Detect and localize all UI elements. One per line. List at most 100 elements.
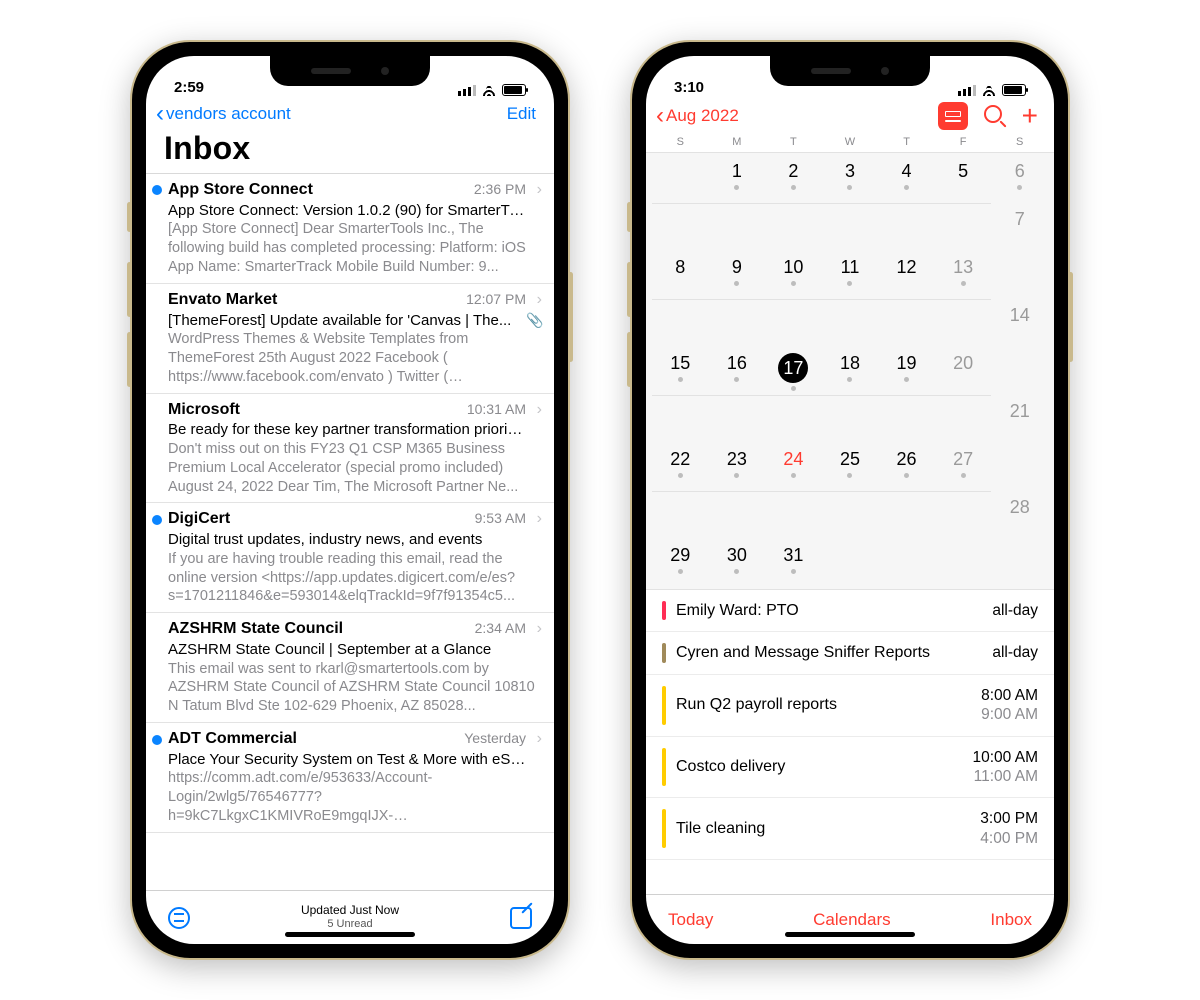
mail-item[interactable]: Microsoft10:31 AM›Be ready for these key…: [146, 394, 554, 504]
search-icon[interactable]: [984, 105, 1006, 127]
day-cell[interactable]: 25: [822, 443, 879, 491]
event-title: Run Q2 payroll reports: [676, 696, 971, 714]
wifi-icon: [981, 84, 997, 96]
page-title: Inbox: [146, 130, 554, 173]
mail-item[interactable]: ADT CommercialYesterday›Place Your Secur…: [146, 723, 554, 833]
today-button[interactable]: Today: [668, 910, 713, 930]
day-cell[interactable]: 2: [765, 155, 822, 203]
mail-preview: WordPress Themes & Website Templates fro…: [168, 330, 542, 387]
home-indicator[interactable]: [285, 932, 415, 937]
home-indicator[interactable]: [785, 932, 915, 937]
weekday-label: S: [652, 136, 709, 148]
event-title: Costco delivery: [676, 758, 963, 776]
day-cell[interactable]: 21: [991, 395, 1048, 443]
day-cell[interactable]: 14: [991, 299, 1048, 347]
day-cell[interactable]: 7: [991, 203, 1048, 251]
day-cell[interactable]: 11: [822, 251, 879, 299]
day-cell[interactable]: 18: [822, 347, 879, 395]
mail-preview: [App Store Connect] Dear SmarterTools In…: [168, 220, 542, 277]
event-times: all-day: [992, 601, 1038, 620]
day-cell[interactable]: 20: [935, 347, 992, 395]
day-cell[interactable]: 8: [652, 251, 709, 299]
mail-item[interactable]: Envato Market12:07 PM›[ThemeForest] Upda…: [146, 284, 554, 394]
event-color-bar: [662, 601, 666, 620]
phone-mail: 2:59 ‹ vendors account Edit Inbox App St…: [130, 40, 570, 960]
month-grid[interactable]: 1234567891011121314151617181920212223242…: [646, 152, 1054, 590]
day-cell[interactable]: 17: [765, 347, 822, 395]
mail-item[interactable]: App Store Connect2:36 PM›App Store Conne…: [146, 174, 554, 284]
day-cell: [878, 539, 935, 587]
day-cell: [652, 155, 709, 203]
day-cell[interactable]: 5: [935, 155, 992, 203]
back-label: vendors account: [166, 104, 291, 124]
day-cell[interactable]: 31: [765, 539, 822, 587]
day-cell[interactable]: 16: [709, 347, 766, 395]
unread-dot: [152, 185, 162, 195]
mail-item[interactable]: AZSHRM State Council2:34 AM›AZSHRM State…: [146, 613, 554, 723]
event-times: 10:00 AM11:00 AM: [973, 748, 1039, 787]
event-times: 3:00 PM4:00 PM: [980, 809, 1038, 848]
event-item[interactable]: Costco delivery 10:00 AM11:00 AM: [646, 737, 1054, 799]
day-cell[interactable]: 30: [709, 539, 766, 587]
mail-status: Updated Just Now 5 Unread: [146, 903, 554, 932]
day-cell[interactable]: 23: [709, 443, 766, 491]
day-cell[interactable]: 29: [652, 539, 709, 587]
battery-icon: [502, 84, 526, 96]
event-item[interactable]: Emily Ward: PTO all-day: [646, 590, 1054, 632]
mail-subject: Place Your Security System on Test & Mor…: [168, 750, 526, 770]
back-button[interactable]: ‹ vendors account: [156, 102, 291, 126]
battery-icon: [1002, 84, 1026, 96]
event-item[interactable]: Tile cleaning3:00 PM4:00 PM: [646, 798, 1054, 860]
attachment-icon: [526, 201, 542, 221]
event-item[interactable]: Cyren and Message Sniffer Reportsall-day: [646, 632, 1054, 674]
day-cell[interactable]: 9: [709, 251, 766, 299]
mail-sender: ADT Commercial: [168, 729, 464, 750]
unread-dot: [152, 735, 162, 745]
chevron-right-icon: ›: [526, 180, 542, 201]
mail-sender: App Store Connect: [168, 180, 474, 201]
mail-preview: If you are having trouble reading this e…: [168, 550, 542, 607]
mail-subject: Digital trust updates, industry news, an…: [168, 530, 526, 550]
weekday-header: SMTWTFS: [646, 136, 1054, 152]
day-cell[interactable]: 28: [991, 491, 1048, 539]
day-cell[interactable]: 3: [822, 155, 879, 203]
calendars-button[interactable]: Calendars: [813, 910, 891, 930]
day-cell[interactable]: 10: [765, 251, 822, 299]
day-cell[interactable]: 4: [878, 155, 935, 203]
day-cell[interactable]: 15: [652, 347, 709, 395]
day-cell[interactable]: 27: [935, 443, 992, 491]
compose-icon[interactable]: [510, 907, 532, 929]
mail-item[interactable]: DigiCert9:53 AM›Digital trust updates, i…: [146, 503, 554, 613]
day-cell[interactable]: 22: [652, 443, 709, 491]
day-cell[interactable]: 12: [878, 251, 935, 299]
signal-icon: [958, 84, 976, 96]
chevron-right-icon: ›: [526, 509, 542, 530]
chevron-left-icon: ‹: [156, 102, 164, 126]
wifi-icon: [481, 84, 497, 96]
event-list[interactable]: Emily Ward: PTO all-day Cyren and Message …: [646, 590, 1054, 894]
edit-button[interactable]: Edit: [507, 104, 536, 124]
event-title: Emily Ward: PTO: [676, 602, 982, 620]
day-cell[interactable]: 26: [878, 443, 935, 491]
inbox-button[interactable]: Inbox: [990, 910, 1032, 930]
mail-preview: This email was sent to rkarl@smartertool…: [168, 660, 542, 717]
day-cell[interactable]: 1: [709, 155, 766, 203]
mail-subject: AZSHRM State Council | September at a Gl…: [168, 640, 526, 660]
chevron-right-icon: ›: [526, 290, 542, 311]
mail-time: 12:07 PM: [466, 290, 526, 311]
event-color-bar: [662, 748, 666, 787]
mail-list[interactable]: App Store Connect2:36 PM›App Store Conne…: [146, 173, 554, 890]
day-cell[interactable]: 24: [765, 443, 822, 491]
day-cell[interactable]: 19: [878, 347, 935, 395]
month-back-button[interactable]: ‹ Aug 2022: [656, 104, 739, 128]
event-times: 8:00 AM9:00 AM: [981, 686, 1038, 725]
event-item[interactable]: Run Q2 payroll reports 8:00 AM9:00 AM: [646, 675, 1054, 737]
day-cell[interactable]: 6: [991, 155, 1048, 203]
mail-time: 2:36 PM: [474, 180, 526, 201]
notch: [770, 56, 930, 86]
chevron-right-icon: ›: [526, 619, 542, 640]
day-cell[interactable]: 13: [935, 251, 992, 299]
mail-time: 10:31 AM: [467, 400, 526, 421]
add-event-button[interactable]: +: [1022, 108, 1038, 125]
list-view-button[interactable]: [938, 102, 968, 130]
